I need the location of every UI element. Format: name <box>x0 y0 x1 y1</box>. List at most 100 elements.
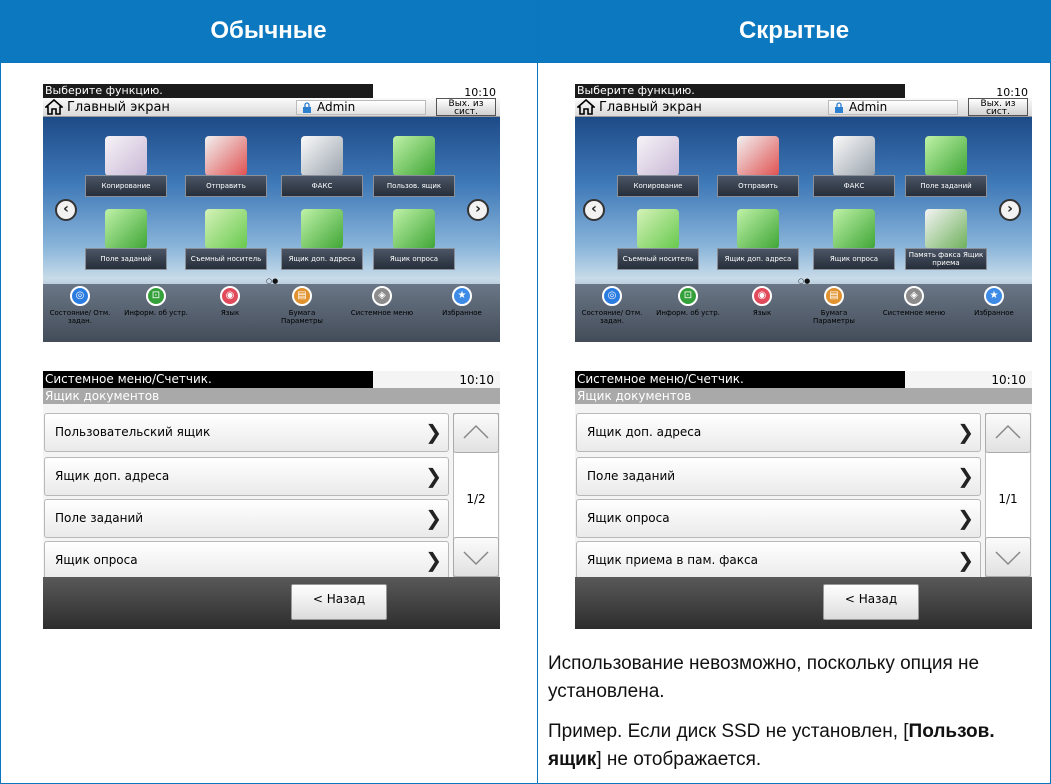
device-info-icon: ⊡ <box>678 286 698 306</box>
sub-address-box-icon <box>301 209 343 249</box>
send-icon <box>205 136 247 176</box>
tile-polling-box[interactable]: Ящик опроса <box>373 209 455 273</box>
user-indicator: Admin <box>296 100 426 115</box>
tile-label: Отправить <box>185 175 267 197</box>
tile-removable-memory[interactable]: Съемный носитель <box>617 209 699 273</box>
star-icon: ★ <box>984 286 1004 306</box>
fax-icon <box>833 136 875 176</box>
usb-icon <box>205 209 247 249</box>
chevron-right-icon: ❯ <box>957 506 974 530</box>
polling-box-icon <box>393 209 435 249</box>
tile-label: Ящик опроса <box>373 248 455 270</box>
chevron-right-icon: ❯ <box>957 464 974 488</box>
logout-button[interactable]: Вых. из сист. <box>968 98 1028 117</box>
chevron-right-icon: ❯ <box>425 420 442 444</box>
status-button[interactable]: ◎ Состояние/ Отм. задан. <box>45 286 115 342</box>
user-name: Admin <box>849 100 888 114</box>
list-item-polling-box[interactable]: Ящик опроса ❯ <box>576 499 981 538</box>
header-normal: Обычные <box>0 0 537 62</box>
list-item-job-box[interactable]: Поле заданий ❯ <box>576 457 981 496</box>
list-item-sub-address-box[interactable]: Ящик доп. адреса ❯ <box>576 413 981 452</box>
note-example-prefix: Пример. Если диск SSD не установлен, [ <box>548 721 909 742</box>
favorites-label: Избранное <box>442 309 482 317</box>
back-button[interactable]: < Назад <box>823 584 919 620</box>
tile-fax[interactable]: ФАКС <box>281 136 363 200</box>
home-screen-normal: Выберите функцию. 10:10 Главный экран Ad… <box>43 84 500 342</box>
status-label: Состояние/ Отм. задан. <box>49 309 111 325</box>
language-button[interactable]: ◉ Язык <box>727 286 797 342</box>
user-lock-icon <box>835 102 843 113</box>
header-divider <box>0 62 1051 63</box>
back-button[interactable]: < Назад <box>291 584 387 620</box>
star-icon: ★ <box>452 286 472 306</box>
tile-label: Съемный носитель <box>185 248 267 270</box>
system-menu-normal: Системное меню/Счетчик. 10:10 Ящик докум… <box>43 371 500 629</box>
prev-page-button[interactable]: ‹ <box>55 199 77 221</box>
paper-icon: ▤ <box>292 286 312 306</box>
tile-copy[interactable]: Копирование <box>617 136 699 200</box>
next-page-button[interactable]: › <box>999 199 1021 221</box>
tile-send[interactable]: Отправить <box>717 136 799 200</box>
fax-icon <box>301 136 343 176</box>
tile-copy[interactable]: Копирование <box>85 136 167 200</box>
scroll-up-button[interactable] <box>985 413 1031 453</box>
scroll-down-button[interactable] <box>453 537 499 577</box>
favorites-button[interactable]: ★ Избранное <box>427 286 497 342</box>
title-bar: Главный экран Admin Вых. из сист. <box>575 98 1032 117</box>
favorites-button[interactable]: ★ Избранное <box>959 286 1029 342</box>
message-bar: Системное меню/Счетчик. <box>575 371 905 388</box>
chevron-right-icon: ❯ <box>425 464 442 488</box>
footer-bar <box>43 577 500 629</box>
screen-subtitle: Ящик документов <box>575 388 1032 404</box>
list-item-fax-memory-rx-box[interactable]: Ящик приема в пам. факса ❯ <box>576 541 981 580</box>
job-box-icon <box>925 136 967 176</box>
tile-sub-address-box[interactable]: Ящик доп. адреса <box>281 209 363 273</box>
list-item-job-box[interactable]: Поле заданий ❯ <box>44 499 449 538</box>
column-divider <box>537 0 538 784</box>
system-menu-hidden: Системное меню/Счетчик. 10:10 Ящик докум… <box>575 371 1032 629</box>
prev-page-button[interactable]: ‹ <box>583 199 605 221</box>
paper-settings-button[interactable]: ▤ Бумага Параметры <box>799 286 869 342</box>
system-menu-button[interactable]: ◈ Системное меню <box>879 286 949 342</box>
list-item-label: Ящик доп. адреса <box>55 469 170 483</box>
tile-job-box[interactable]: Поле заданий <box>905 136 987 200</box>
status-label: Состояние/ Отм. задан. <box>581 309 643 325</box>
language-button[interactable]: ◉ Язык <box>195 286 265 342</box>
title-bar: Главный экран Admin Вых. из сист. <box>43 98 500 117</box>
chevron-right-icon: ❯ <box>425 548 442 572</box>
list-item-polling-box[interactable]: Ящик опроса ❯ <box>44 541 449 580</box>
device-info-label: Информ. об устр. <box>124 309 188 317</box>
list-item-sub-address-box[interactable]: Ящик доп. адреса ❯ <box>44 457 449 496</box>
home-icon[interactable] <box>577 99 595 115</box>
status-button[interactable]: ◎ Состояние/ Отм. задан. <box>577 286 647 342</box>
tile-label: Память факса Ящик приема <box>905 248 987 270</box>
polling-box-icon <box>833 209 875 249</box>
home-icon[interactable] <box>45 99 63 115</box>
user-indicator: Admin <box>828 100 958 115</box>
tile-fax-memory-rx-box[interactable]: Память факса Ящик приема <box>905 209 987 273</box>
tile-job-box[interactable]: Поле заданий <box>85 209 167 273</box>
clock: 10:10 <box>991 373 1026 387</box>
language-label: Язык <box>752 309 772 317</box>
system-menu-button[interactable]: ◈ Системное меню <box>347 286 417 342</box>
list-item-user-box[interactable]: Пользовательский ящик ❯ <box>44 413 449 452</box>
system-menu-icon: ◈ <box>904 286 924 306</box>
next-page-button[interactable]: › <box>467 199 489 221</box>
tile-polling-box[interactable]: Ящик опроса <box>813 209 895 273</box>
scroll-down-button[interactable] <box>985 537 1031 577</box>
tile-send[interactable]: Отправить <box>185 136 267 200</box>
tile-sub-address-box[interactable]: Ящик доп. адреса <box>717 209 799 273</box>
paper-settings-button[interactable]: ▤ Бумага Параметры <box>267 286 337 342</box>
scroll-up-button[interactable] <box>453 413 499 453</box>
tile-user-box[interactable]: Пользов. ящик <box>373 136 455 200</box>
device-info-button[interactable]: ⊡ Информ. об устр. <box>653 286 723 342</box>
note-example-suffix: ] не отображается. <box>596 749 762 770</box>
tile-fax[interactable]: ФАКС <box>813 136 895 200</box>
logout-button[interactable]: Вых. из сист. <box>436 98 496 117</box>
device-info-label: Информ. об устр. <box>656 309 720 317</box>
status-icon: ◎ <box>602 286 622 306</box>
paper-label: Бумага Параметры <box>281 309 323 325</box>
device-info-button[interactable]: ⊡ Информ. об устр. <box>121 286 191 342</box>
tile-removable-memory[interactable]: Съемный носитель <box>185 209 267 273</box>
tile-label: Копирование <box>617 175 699 197</box>
